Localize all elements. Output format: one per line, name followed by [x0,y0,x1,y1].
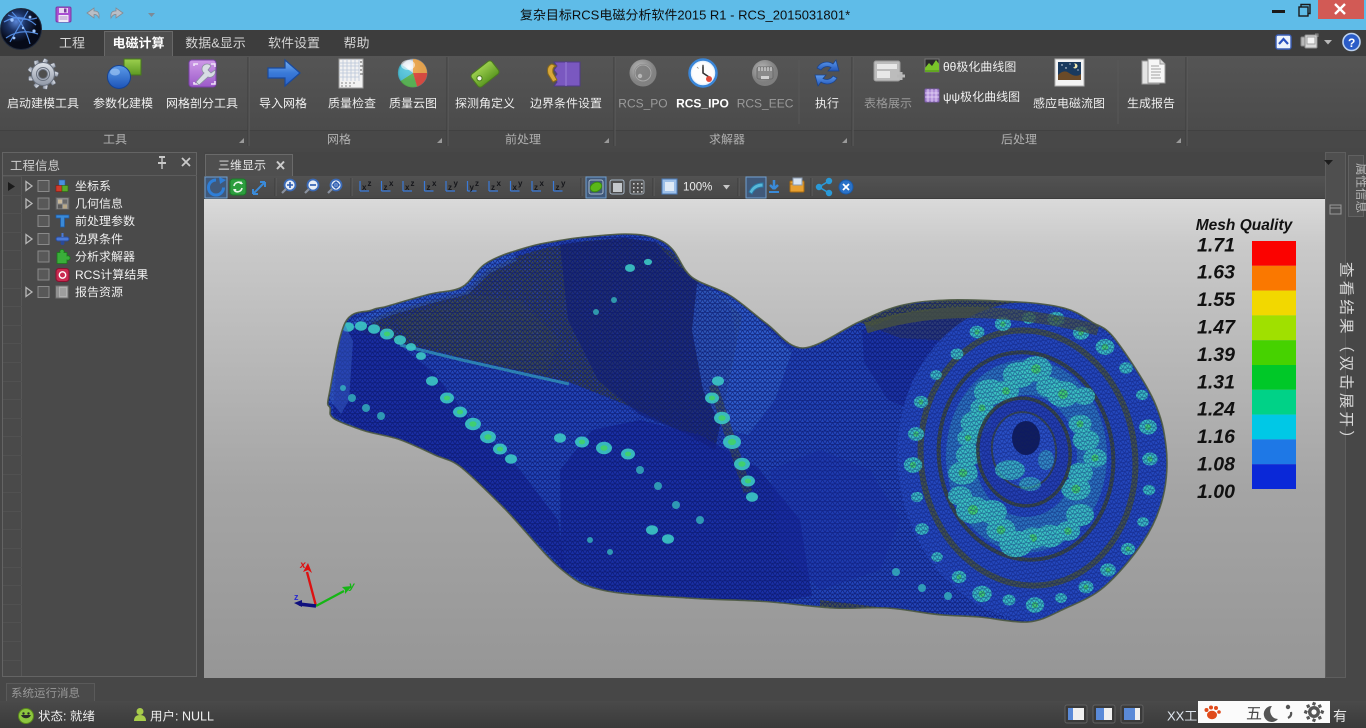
svg-text:x: x [405,183,410,192]
svg-text:x: x [497,179,502,188]
svg-text:y: y [518,179,523,188]
svg-text:100%: 100% [683,182,712,194]
svg-text:1.24: 1.24 [1197,399,1235,421]
svg-text:z: z [556,183,560,192]
svg-text:y: y [348,581,355,592]
svg-text:z: z [384,183,388,192]
svg-text:?: ? [1348,36,1355,50]
svg-text:z: z [448,183,452,192]
svg-text:ψψ: ψψ [943,90,960,104]
svg-text:RCS_PO: RCS_PO [618,97,667,111]
svg-text:1.16: 1.16 [1197,426,1235,448]
svg-text:z: z [534,183,538,192]
svg-text:x: x [299,560,306,571]
svg-text:z: z [368,179,372,188]
svg-text:1.55: 1.55 [1197,289,1236,311]
svg-text:RCS_IPO: RCS_IPO [676,97,729,111]
svg-text:1.39: 1.39 [1197,344,1235,366]
svg-text:&: & [211,36,220,51]
svg-text:x: x [513,183,518,192]
svg-text:RCS: RCS [572,8,600,23]
svg-text:x: x [389,179,394,188]
svg-text:2015 R1 - RCS_2015031801*: 2015 R1 - RCS_2015031801* [677,8,850,23]
svg-text:1.00: 1.00 [1197,481,1235,503]
svg-text:z: z [491,183,495,192]
svg-text:1.31: 1.31 [1197,371,1235,393]
svg-text:Mesh Quality: Mesh Quality [1196,217,1294,234]
svg-text:x: x [540,179,545,188]
svg-text:y: y [454,179,459,188]
svg-text:y: y [470,183,475,192]
svg-text:z: z [427,183,431,192]
svg-text:1.47: 1.47 [1197,317,1236,339]
svg-text:x: x [362,183,367,192]
svg-text:z: z [475,179,479,188]
svg-text:: NULL: : NULL [175,710,214,724]
svg-text:θθ: θθ [943,60,957,74]
svg-text:1.71: 1.71 [1197,234,1235,256]
svg-text:RCS: RCS [75,268,100,282]
svg-text:z: z [411,179,415,188]
svg-text:1.63: 1.63 [1197,262,1235,284]
svg-text::: : [63,710,66,724]
svg-text:z: z [294,592,299,602]
svg-text:y: y [561,179,566,188]
svg-text:RCS_EEC: RCS_EEC [737,97,794,111]
svg-text:XX: XX [1167,709,1185,724]
svg-text:1.08: 1.08 [1197,454,1235,476]
svg-text:x: x [432,179,437,188]
